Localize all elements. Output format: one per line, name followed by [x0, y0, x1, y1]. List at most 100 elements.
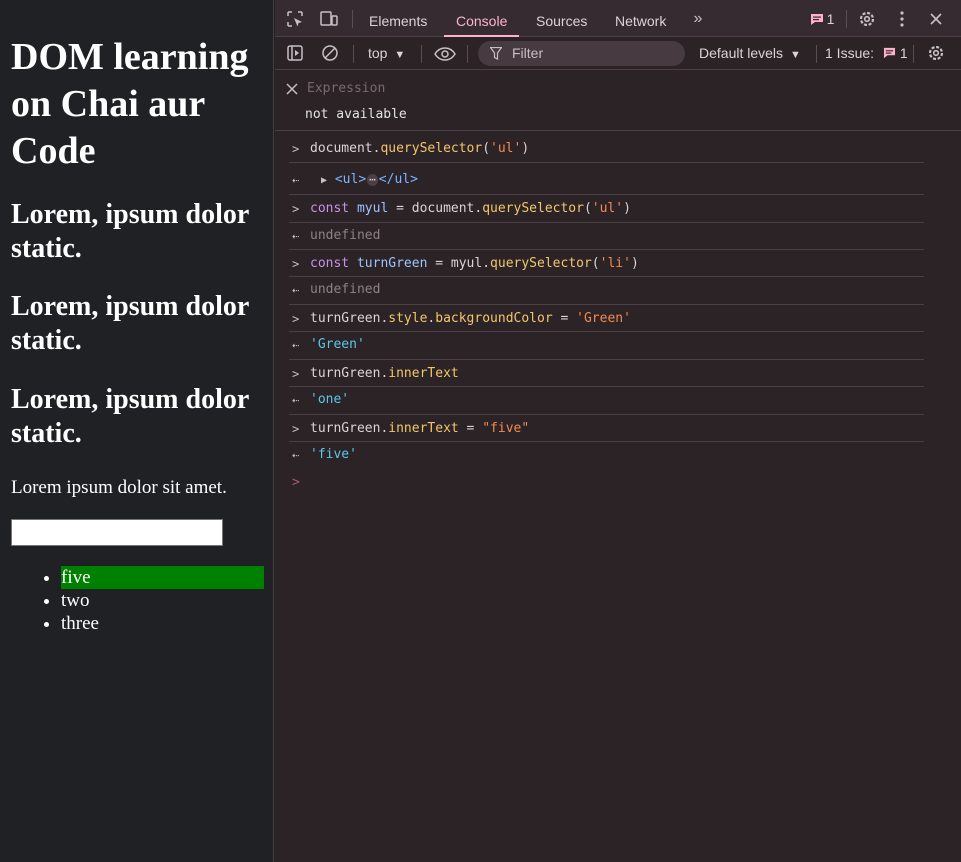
console-prompt[interactable]: >	[289, 470, 924, 496]
console-input-row: > turnGreen.innerText = "five"	[289, 415, 924, 442]
code-token: =	[552, 311, 577, 326]
issues-count: 1	[899, 45, 908, 61]
expression-result: not available	[305, 107, 407, 122]
code-token: "five"	[482, 421, 530, 436]
tab-elements[interactable]: Elements	[357, 0, 439, 37]
output-value: 'five'	[310, 447, 357, 462]
chevron-right-icon: >	[292, 142, 300, 156]
dropdown-icon: ▼	[789, 49, 801, 61]
code-token: querySelector	[482, 201, 584, 216]
console-input-row: > turnGreen.innerText	[289, 360, 924, 387]
code-token: turnGreen	[356, 256, 428, 271]
messages-icon[interactable]: 1	[807, 9, 837, 29]
ul-node-open[interactable]: <ul>	[335, 172, 366, 187]
console-input-row: > const myul = document.querySelector('u…	[289, 195, 924, 223]
settings-gear-icon[interactable]	[857, 9, 877, 29]
inspect-element-icon[interactable]	[285, 9, 305, 29]
console-output-row: ⇠ undefined	[289, 223, 924, 250]
tab-console[interactable]: Console	[444, 0, 520, 37]
levels-selector[interactable]: Default levels ▼	[699, 45, 801, 61]
console-settings-gear-icon[interactable]	[926, 43, 946, 63]
prompt-chevron-icon: >	[292, 475, 300, 490]
console-input-row: > const turnGreen = myul.querySelector('…	[289, 250, 924, 277]
filter-input[interactable]: Filter	[478, 41, 685, 66]
subheading-2: Lorem, ipsum dolor static.	[11, 291, 249, 356]
context-selector[interactable]: top ▼	[368, 45, 405, 61]
code-token: turnGreen.	[310, 311, 389, 326]
list-item-2: two	[61, 589, 264, 612]
console-output-row: ⇠ 'one'	[289, 387, 924, 415]
expand-triangle-icon[interactable]: ▶	[321, 175, 327, 186]
output-value: 'Green'	[310, 337, 365, 352]
paragraph: Lorem ipsum dolor sit amet.	[11, 477, 227, 498]
dropdown-icon: ▼	[394, 49, 406, 61]
levels-value: Default levels	[699, 45, 784, 61]
output-value: undefined	[310, 228, 381, 243]
chevron-right-icon: >	[292, 422, 300, 436]
tab-sources[interactable]: Sources	[524, 0, 599, 37]
list-item-1: five	[61, 566, 264, 589]
chevron-right-icon: >	[292, 312, 300, 326]
console-messages: > document.querySelector('ul') ⇠ ▶ <ul> ⋯…	[275, 136, 961, 496]
chevron-right-icon: >	[292, 367, 300, 381]
expression-input[interactable]: Expression	[307, 81, 385, 96]
close-icon[interactable]	[926, 9, 946, 29]
code-token: const	[310, 201, 350, 216]
issues-button[interactable]: 1 Issue: 1	[825, 45, 908, 61]
code-token: )	[521, 141, 530, 156]
console-output-row: ⇠ 'five'	[289, 442, 924, 470]
clear-console-icon[interactable]	[320, 43, 340, 63]
kebab-menu-icon[interactable]	[892, 9, 912, 29]
subheading-3: Lorem, ipsum dolor static.	[11, 384, 249, 449]
code-token: 'ul'	[490, 141, 522, 156]
code-token: = document.	[388, 201, 483, 216]
code-token: 'li'	[599, 256, 631, 271]
tab-network[interactable]: Network	[603, 0, 678, 37]
return-arrow-icon: ⇠	[292, 448, 300, 462]
list-item-3: three	[61, 612, 264, 635]
ul-node-close[interactable]: </ul>	[379, 172, 418, 187]
code-token: querySelector	[490, 256, 592, 271]
console-input-row: > document.querySelector('ul')	[289, 136, 924, 163]
code-token: turnGreen.	[310, 366, 389, 381]
ellipsis-badge[interactable]: ⋯	[367, 174, 378, 186]
page-heading: DOM learning on Chai aur Code	[11, 36, 249, 172]
chevron-right-icon: >	[292, 257, 300, 271]
output-value: 'one'	[310, 392, 350, 407]
live-expression-eye-icon[interactable]	[433, 44, 457, 64]
code-token: myul	[356, 201, 389, 216]
device-toolbar-icon[interactable]	[319, 9, 339, 29]
code-token: 'Green'	[576, 311, 631, 326]
code-token: const	[310, 256, 350, 271]
more-tabs-icon[interactable]: »	[688, 9, 708, 29]
live-expression: Expression not available	[275, 71, 961, 131]
messages-count: 1	[826, 11, 835, 27]
page-viewport: DOM learning on Chai aur Code Lorem, ips…	[0, 0, 274, 862]
code-token: (	[583, 201, 592, 216]
code-token: (	[482, 141, 491, 156]
code-token: document.	[310, 141, 381, 156]
code-token: 'ul'	[591, 201, 624, 216]
code-token: querySelector	[380, 141, 483, 156]
return-arrow-icon: ⇠	[292, 283, 300, 297]
code-token: )	[630, 256, 639, 271]
devtools-panel: Elements Console Sources Network » 1 top	[275, 0, 961, 862]
subheading-1: Lorem, ipsum dolor static.	[11, 199, 249, 264]
console-output-row: ⇠ ▶ <ul> ⋯ </ul>	[289, 163, 924, 195]
devtools-tabbar: Elements Console Sources Network » 1	[275, 0, 961, 37]
console-toolbar: top ▼ Filter Default levels ▼ 1 Issue: 1	[275, 37, 961, 70]
remove-expression-icon[interactable]	[282, 79, 302, 99]
context-value: top	[368, 45, 388, 61]
return-arrow-icon: ⇠	[292, 173, 300, 187]
console-output-row: ⇠ 'Green'	[289, 332, 924, 360]
console-output-row: ⇠ undefined	[289, 277, 924, 305]
sidebar-toggle-icon[interactable]	[285, 43, 305, 63]
text-input[interactable]	[11, 519, 223, 546]
output-value: undefined	[310, 282, 381, 297]
return-arrow-icon: ⇠	[292, 393, 300, 407]
code-token: innerText	[388, 421, 459, 436]
filter-placeholder: Filter	[512, 45, 544, 61]
code-token: (	[591, 256, 600, 271]
